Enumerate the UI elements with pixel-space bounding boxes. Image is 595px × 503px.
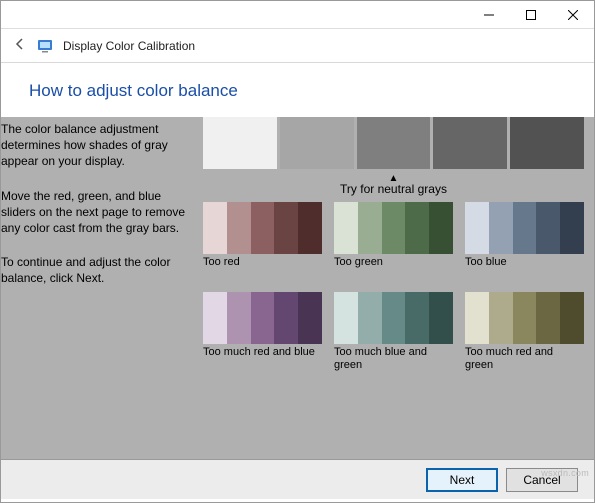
bar-swatch bbox=[536, 292, 560, 344]
sample-cell: Too blue bbox=[465, 202, 584, 282]
cancel-button[interactable]: Cancel bbox=[506, 468, 578, 492]
content-area: How to adjust color balance The color ba… bbox=[1, 63, 594, 459]
bar-swatch bbox=[251, 292, 275, 344]
sample-caption: Too blue bbox=[465, 256, 584, 282]
bar-swatch bbox=[203, 202, 227, 254]
instruction-p2: Move the red, green, and blue sliders on… bbox=[1, 188, 195, 237]
gray-swatch bbox=[357, 117, 431, 169]
bar-swatch bbox=[334, 292, 358, 344]
bar-swatch bbox=[429, 292, 453, 344]
bar-swatch bbox=[465, 202, 489, 254]
back-button[interactable] bbox=[13, 37, 27, 54]
bar-swatch bbox=[536, 202, 560, 254]
bar-swatch bbox=[489, 292, 513, 344]
sample-cell: Too much blue and green bbox=[334, 292, 453, 372]
close-button[interactable] bbox=[552, 1, 594, 29]
bar-swatch bbox=[251, 202, 275, 254]
titlebar bbox=[1, 1, 594, 29]
bar-swatch bbox=[298, 292, 322, 344]
bar-swatch bbox=[489, 202, 513, 254]
instruction-p1: The color balance adjustment determines … bbox=[1, 121, 195, 170]
sample-cell: Too green bbox=[334, 202, 453, 282]
sample-bars bbox=[334, 202, 453, 254]
sample-caption: Too much red and blue bbox=[203, 346, 322, 372]
sample-bars bbox=[203, 202, 322, 254]
sample-cell: Too much red and blue bbox=[203, 292, 322, 372]
gray-swatch bbox=[433, 117, 507, 169]
instruction-text: The color balance adjustment determines … bbox=[1, 117, 203, 372]
sample-caption: Too red bbox=[203, 256, 322, 282]
bar-swatch bbox=[203, 292, 227, 344]
bar-swatch bbox=[382, 202, 406, 254]
bar-swatch bbox=[274, 292, 298, 344]
bar-swatch bbox=[298, 202, 322, 254]
page-heading: How to adjust color balance bbox=[1, 63, 594, 117]
sample-grid: Too red Too green Too blue Too much red and… bbox=[203, 202, 584, 372]
gray-swatch bbox=[510, 117, 584, 169]
gray-swatch bbox=[203, 117, 277, 169]
sample-panel: Try for neutral grays Too redToo greenTo… bbox=[203, 117, 594, 372]
bar-swatch bbox=[405, 292, 429, 344]
bar-swatch bbox=[560, 202, 584, 254]
bar-swatch bbox=[274, 202, 298, 254]
header-bar: Display Color Calibration bbox=[1, 29, 594, 63]
bar-swatch bbox=[227, 202, 251, 254]
gray-swatch bbox=[280, 117, 354, 169]
wizard-footer: Next Cancel bbox=[1, 459, 594, 499]
try-neutral-label: Try for neutral grays bbox=[203, 173, 584, 196]
maximize-button[interactable] bbox=[510, 1, 552, 29]
bar-swatch bbox=[513, 292, 537, 344]
neutral-gray-row bbox=[203, 117, 584, 169]
bar-swatch bbox=[429, 202, 453, 254]
app-icon bbox=[37, 38, 53, 54]
sample-cell: Too much red and green bbox=[465, 292, 584, 372]
next-button[interactable]: Next bbox=[426, 468, 498, 492]
bar-swatch bbox=[358, 202, 382, 254]
sample-caption: Too much blue and green bbox=[334, 346, 453, 372]
sample-bars bbox=[465, 202, 584, 254]
sample-caption: Too much red and green bbox=[465, 346, 584, 372]
sample-bars bbox=[203, 292, 322, 344]
sample-caption: Too green bbox=[334, 256, 453, 282]
bar-swatch bbox=[334, 202, 358, 254]
instruction-p3: To continue and adjust the color balance… bbox=[1, 254, 195, 286]
bar-swatch bbox=[405, 202, 429, 254]
minimize-button[interactable] bbox=[468, 1, 510, 29]
bar-swatch bbox=[382, 292, 406, 344]
bar-swatch bbox=[513, 202, 537, 254]
sample-bars bbox=[465, 292, 584, 344]
bar-swatch bbox=[560, 292, 584, 344]
sample-bars bbox=[334, 292, 453, 344]
sample-cell: Too red bbox=[203, 202, 322, 282]
window-title: Display Color Calibration bbox=[63, 39, 195, 53]
bar-swatch bbox=[227, 292, 251, 344]
bar-swatch bbox=[358, 292, 382, 344]
bar-swatch bbox=[465, 292, 489, 344]
